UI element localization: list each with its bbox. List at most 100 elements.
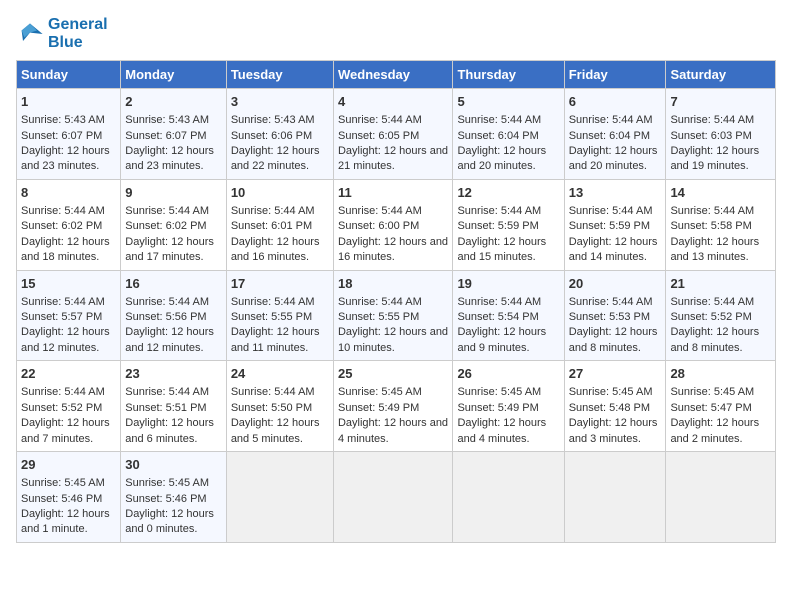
calendar-cell: 20Sunrise: 5:44 AMSunset: 5:53 PMDayligh… <box>564 270 666 361</box>
day-number: 22 <box>21 365 116 383</box>
week-row-3: 15 Sunrise: 5:44 AM Sunset: 5:57 PM Dayligh… <box>17 270 776 361</box>
sunset-text: Sunset: 6:07 PM <box>21 130 102 142</box>
sunset-text: Sunset: 5:54 PM <box>457 311 538 323</box>
day-number: 11 <box>338 184 448 202</box>
calendar-cell: 25Sunrise: 5:45 AMSunset: 5:49 PMDayligh… <box>333 361 452 452</box>
sunrise-text: Sunrise: 5:44 AM <box>21 386 105 398</box>
sunset-text: Sunset: 5:57 PM <box>21 311 102 323</box>
daylight-text: Daylight: 12 hours and 12 minutes. <box>21 326 110 353</box>
day-number: 10 <box>231 184 329 202</box>
daylight-text: Daylight: 12 hours and 7 minutes. <box>21 417 110 444</box>
daylight-text: Daylight: 12 hours and 20 minutes. <box>457 145 546 172</box>
daylight-text: Daylight: 12 hours and 14 minutes. <box>569 236 658 263</box>
sunrise-text: Sunrise: 5:44 AM <box>457 205 541 217</box>
daylight-text: Daylight: 12 hours and 15 minutes. <box>457 236 546 263</box>
column-header-thursday: Thursday <box>453 61 564 89</box>
sunset-text: Sunset: 5:49 PM <box>338 402 419 414</box>
calendar-cell: 1Sunrise: 5:43 AMSunset: 6:07 PMDaylight… <box>17 89 121 180</box>
sunset-text: Sunset: 5:46 PM <box>125 493 206 505</box>
sunset-text: Sunset: 5:59 PM <box>569 220 650 232</box>
calendar-table: SundayMondayTuesdayWednesdayThursdayFrid… <box>16 60 776 543</box>
header-row: SundayMondayTuesdayWednesdayThursdayFrid… <box>17 61 776 89</box>
day-number: 26 <box>457 365 559 383</box>
calendar-cell: 27Sunrise: 5:45 AMSunset: 5:48 PMDayligh… <box>564 361 666 452</box>
day-number: 1 <box>21 93 116 111</box>
sunset-text: Sunset: 5:49 PM <box>457 402 538 414</box>
daylight-text: Daylight: 12 hours and 20 minutes. <box>569 145 658 172</box>
calendar-cell: 6Sunrise: 5:44 AMSunset: 6:04 PMDaylight… <box>564 89 666 180</box>
calendar-cell: 28Sunrise: 5:45 AMSunset: 5:47 PMDayligh… <box>666 361 776 452</box>
day-number: 8 <box>21 184 116 202</box>
daylight-text: Daylight: 12 hours and 16 minutes. <box>338 236 448 263</box>
calendar-cell: 2Sunrise: 5:43 AMSunset: 6:07 PMDaylight… <box>121 89 227 180</box>
day-number: 13 <box>569 184 662 202</box>
column-header-monday: Monday <box>121 61 227 89</box>
sunrise-text: Sunrise: 5:44 AM <box>569 114 653 126</box>
day-number: 29 <box>21 456 116 474</box>
sunrise-text: Sunrise: 5:44 AM <box>125 386 209 398</box>
day-number: 24 <box>231 365 329 383</box>
calendar-cell: 14 Sunrise: 5:44 AM Sunset: 5:58 PM Dayligh… <box>666 179 776 270</box>
daylight-text: Daylight: 12 hours and 22 minutes. <box>231 145 320 172</box>
sunset-text: Sunset: 6:04 PM <box>457 130 538 142</box>
logo-text: General Blue <box>48 16 108 52</box>
calendar-cell: 29Sunrise: 5:45 AMSunset: 5:46 PMDayligh… <box>17 452 121 543</box>
daylight-text: Daylight: 12 hours and 8 minutes. <box>670 326 759 353</box>
calendar-cell <box>666 452 776 543</box>
day-number: 18 <box>338 275 448 293</box>
sunset-text: Sunset: 5:58 PM <box>670 220 751 232</box>
daylight-text: Daylight: 12 hours and 8 minutes. <box>569 326 658 353</box>
sunset-text: Sunset: 6:05 PM <box>338 130 419 142</box>
sunset-text: Sunset: 6:02 PM <box>21 220 102 232</box>
sunrise-text: Sunrise: 5:44 AM <box>569 205 653 217</box>
column-header-sunday: Sunday <box>17 61 121 89</box>
day-number: 14 <box>670 184 771 202</box>
sunset-text: Sunset: 6:07 PM <box>125 130 206 142</box>
sunrise-text: Sunrise: 5:44 AM <box>569 296 653 308</box>
week-row-5: 29Sunrise: 5:45 AMSunset: 5:46 PMDayligh… <box>17 452 776 543</box>
day-number: 4 <box>338 93 448 111</box>
day-number: 27 <box>569 365 662 383</box>
sunrise-text: Sunrise: 5:44 AM <box>338 114 422 126</box>
day-number: 6 <box>569 93 662 111</box>
sunset-text: Sunset: 5:47 PM <box>670 402 751 414</box>
daylight-text: Daylight: 12 hours and 13 minutes. <box>670 236 759 263</box>
sunset-text: Sunset: 5:52 PM <box>670 311 751 323</box>
day-number: 17 <box>231 275 329 293</box>
day-number: 5 <box>457 93 559 111</box>
sunrise-text: Sunrise: 5:44 AM <box>670 205 754 217</box>
daylight-text: Daylight: 12 hours and 10 minutes. <box>338 326 448 353</box>
calendar-cell: 9Sunrise: 5:44 AMSunset: 6:02 PMDaylight… <box>121 179 227 270</box>
sunrise-text: Sunrise: 5:44 AM <box>21 296 105 308</box>
sunrise-text: Sunrise: 5:44 AM <box>231 205 315 217</box>
day-number: 15 <box>21 275 116 293</box>
header: General Blue <box>16 16 776 52</box>
calendar-cell: 13 Sunrise: 5:44 AM Sunset: 5:59 PM Dayligh… <box>564 179 666 270</box>
week-row-2: 8 Sunrise: 5:44 AM Sunset: 6:02 PM Daylight… <box>17 179 776 270</box>
daylight-text: Daylight: 12 hours and 1 minute. <box>21 508 110 535</box>
daylight-text: Daylight: 12 hours and 16 minutes. <box>231 236 320 263</box>
daylight-text: Daylight: 12 hours and 3 minutes. <box>569 417 658 444</box>
daylight-text: Daylight: 12 hours and 23 minutes. <box>21 145 110 172</box>
week-row-4: 22 Sunrise: 5:44 AM Sunset: 5:52 PM Dayligh… <box>17 361 776 452</box>
calendar-cell: 16Sunrise: 5:44 AMSunset: 5:56 PMDayligh… <box>121 270 227 361</box>
day-number: 23 <box>125 365 222 383</box>
daylight-text: Daylight: 12 hours and 6 minutes. <box>125 417 214 444</box>
calendar-cell <box>564 452 666 543</box>
calendar-cell: 5 Sunrise: 5:44 AM Sunset: 6:04 PM Daylight… <box>453 89 564 180</box>
sunrise-text: Sunrise: 5:44 AM <box>231 386 315 398</box>
calendar-cell: 23Sunrise: 5:44 AMSunset: 5:51 PMDayligh… <box>121 361 227 452</box>
sunrise-text: Sunrise: 5:45 AM <box>457 386 541 398</box>
sunrise-text: Sunrise: 5:44 AM <box>670 114 754 126</box>
sunset-text: Sunset: 5:52 PM <box>21 402 102 414</box>
daylight-text: Daylight: 12 hours and 23 minutes. <box>125 145 214 172</box>
calendar-cell: 7Sunrise: 5:44 AMSunset: 6:03 PMDaylight… <box>666 89 776 180</box>
daylight-text: Daylight: 12 hours and 11 minutes. <box>231 326 320 353</box>
sunrise-text: Sunrise: 5:44 AM <box>457 114 541 126</box>
sunrise-text: Sunrise: 5:44 AM <box>457 296 541 308</box>
daylight-text: Daylight: 12 hours and 19 minutes. <box>670 145 759 172</box>
day-number: 19 <box>457 275 559 293</box>
sunset-text: Sunset: 5:46 PM <box>21 493 102 505</box>
calendar-cell: 10Sunrise: 5:44 AMSunset: 6:01 PMDayligh… <box>226 179 333 270</box>
sunrise-text: Sunrise: 5:44 AM <box>231 296 315 308</box>
